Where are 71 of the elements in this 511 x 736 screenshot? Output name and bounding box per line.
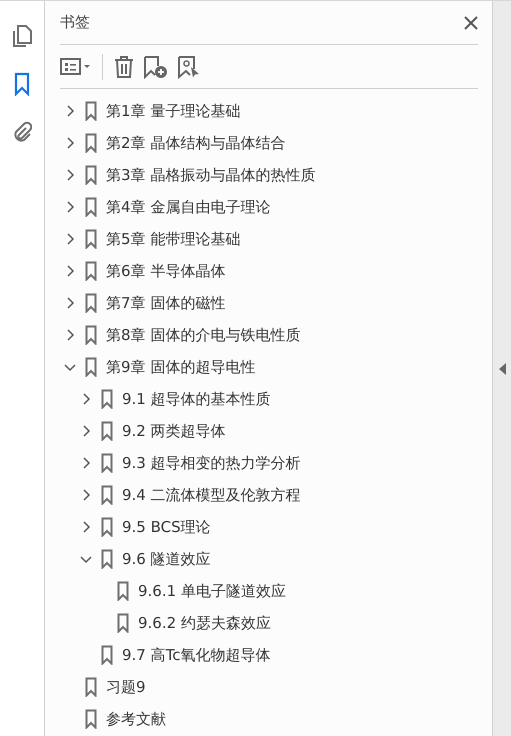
- trash-icon: [113, 54, 135, 78]
- bookmark-icon: [85, 133, 97, 153]
- bookmark-label: 9.7 高Tc氧化物超导体: [122, 646, 270, 664]
- bookmark-item[interactable]: 第1章 量子理论基础: [60, 95, 478, 127]
- bookmark-item[interactable]: 9.1 超导体的基本性质: [60, 383, 478, 415]
- collapse-arrow-icon[interactable]: [498, 362, 506, 374]
- bookmark-item[interactable]: 第7章 固体的磁性: [60, 287, 478, 319]
- bookmark-item[interactable]: 9.5 BCS理论: [60, 511, 478, 543]
- bookmark-label: 9.3 超导相变的热力学分析: [122, 454, 301, 472]
- bookmark-icon: [101, 485, 113, 505]
- bookmark-icon: [85, 357, 97, 377]
- bookmark-label: 9.2 两类超导体: [122, 422, 226, 440]
- bookmark-icon: [101, 549, 113, 569]
- bookmark-label: 第8章 固体的介电与铁电性质: [106, 326, 300, 344]
- panel-title: 书签: [60, 13, 90, 32]
- bookmark-label: 第1章 量子理论基础: [106, 102, 240, 120]
- bookmark-icon: [101, 517, 113, 537]
- bookmark-item[interactable]: 9.4 二流体模型及伦敦方程: [60, 479, 478, 511]
- bookmark-icon: [85, 197, 97, 217]
- list-options-icon: [60, 56, 92, 76]
- bookmark-icon: [85, 677, 97, 697]
- bookmark-item[interactable]: 参考文献: [60, 703, 478, 735]
- bookmark-label: 第9章 固体的超导电性: [106, 358, 256, 376]
- bookmark-icon: [101, 453, 113, 473]
- bookmark-label: 9.5 BCS理论: [122, 518, 211, 536]
- close-icon[interactable]: [464, 16, 478, 30]
- bookmark-icon: [85, 101, 97, 121]
- bookmark-icon: [85, 293, 97, 313]
- bookmark-icon: [117, 613, 129, 633]
- bookmark-icon: [85, 165, 97, 185]
- bookmark-label: 第6章 半导体晶体: [106, 262, 226, 280]
- bookmark-item[interactable]: 第3章 晶格振动与晶体的热性质: [60, 159, 478, 191]
- bookmark-label: 第4章 金属自由电子理论: [106, 198, 270, 216]
- bookmark-icon: [85, 229, 97, 249]
- bookmark-label: 第7章 固体的磁性: [106, 294, 226, 312]
- bookmark-label: 9.1 超导体的基本性质: [122, 390, 271, 408]
- bookmark-plus-icon: [143, 54, 169, 78]
- bookmark-item[interactable]: 第5章 能带理论基础: [60, 223, 478, 255]
- bookmark-item[interactable]: 第8章 固体的介电与铁电性质: [60, 319, 478, 351]
- bookmark-label: 9.6.1 单电子隧道效应: [138, 582, 286, 600]
- bookmark-item[interactable]: 习题9: [60, 671, 478, 703]
- bookmark-item[interactable]: 第2章 晶体结构与晶体结合: [60, 127, 478, 159]
- bookmark-item[interactable]: 9.3 超导相变的热力学分析: [60, 447, 478, 479]
- bookmark-label: 第3章 晶格振动与晶体的热性质: [106, 166, 316, 184]
- bookmark-icon: [101, 421, 113, 441]
- bookmark-item[interactable]: 9.6.1 单电子隧道效应: [60, 575, 478, 607]
- bookmark-cursor-icon: [177, 54, 201, 78]
- sidebar-tab[interactable]: [10, 23, 34, 49]
- bookmark-icon: [117, 581, 129, 601]
- pages-icon: [11, 24, 33, 48]
- bookmark-icon: [85, 325, 97, 345]
- bookmark-icon: [14, 72, 30, 96]
- bookmark-item[interactable]: 第4章 金属自由电子理论: [60, 191, 478, 223]
- bookmark-icon: [85, 709, 97, 729]
- bookmark-label: 9.6.2 约瑟夫森效应: [138, 614, 271, 632]
- bookmark-item[interactable]: 第6章 半导体晶体: [60, 255, 478, 287]
- bookmark-item[interactable]: 9.2 两类超导体: [60, 415, 478, 447]
- bookmark-label: 第2章 晶体结构与晶体结合: [106, 134, 286, 152]
- bookmark-icon: [101, 389, 113, 409]
- bookmark-label: 9.4 二流体模型及伦敦方程: [122, 486, 301, 504]
- bookmark-item[interactable]: 9.6.2 约瑟夫森效应: [60, 607, 478, 639]
- bookmark-item[interactable]: 9.6 隧道效应: [60, 543, 478, 575]
- bookmark-label: 习题9: [106, 678, 146, 696]
- bookmark-label: 9.6 隧道效应: [122, 550, 211, 568]
- bookmark-icon: [85, 261, 97, 281]
- bookmark-label: 参考文献: [106, 710, 166, 728]
- bookmark-label: 第5章 能带理论基础: [106, 230, 240, 248]
- bookmark-icon: [101, 645, 113, 665]
- paperclip-icon: [12, 120, 32, 144]
- bookmark-item[interactable]: 9.7 高Tc氧化物超导体: [60, 639, 478, 671]
- bookmark-item[interactable]: 第9章 固体的超导电性: [60, 351, 478, 383]
